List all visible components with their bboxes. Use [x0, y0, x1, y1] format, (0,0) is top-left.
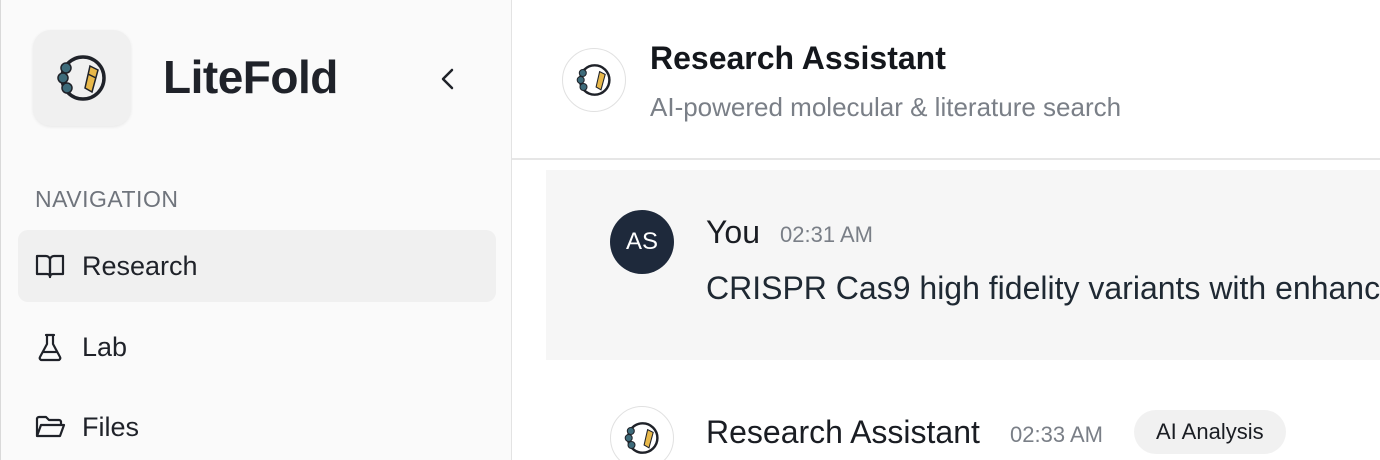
user-avatar: AS	[610, 210, 674, 274]
chevron-left-icon	[441, 68, 454, 90]
page-subtitle: AI-powered molecular & literature search	[650, 92, 1122, 122]
message-timestamp: 02:31 AM	[780, 222, 873, 247]
sidebar-item-label: Research	[82, 250, 198, 281]
page-title: Research Assistant	[650, 40, 946, 76]
sidebar-item-label: Lab	[82, 331, 128, 362]
message-sender: Research Assistant	[706, 414, 980, 450]
flask-icon	[34, 331, 66, 363]
assistant-avatar	[610, 406, 674, 460]
book-icon	[34, 250, 66, 282]
brand-name: LiteFold	[163, 51, 338, 103]
assistant-avatar	[562, 48, 626, 112]
app-window: LiteFold NAVIGATION Research Lab Files R…	[0, 0, 1380, 460]
message-text: CRISPR Cas9 high fidelity variants with …	[706, 270, 1380, 306]
chat-header: Research Assistant AI-powered molecular …	[512, 0, 1380, 160]
sidebar-item-research[interactable]: Research	[18, 230, 496, 302]
assistant-message: Research Assistant 02:33 AM AI Analysis	[546, 380, 1380, 460]
folder-icon	[34, 411, 66, 443]
user-message: AS You 02:31 AM CRISPR Cas9 high fidelit…	[546, 170, 1380, 360]
litefold-logo	[33, 30, 131, 126]
collapse-sidebar-button[interactable]	[431, 60, 465, 98]
ai-analysis-badge: AI Analysis	[1134, 410, 1286, 454]
sidebar-item-files[interactable]: Files	[18, 391, 496, 460]
navigation-heading: NAVIGATION	[35, 186, 179, 212]
sidebar: LiteFold NAVIGATION Research Lab Files	[0, 0, 512, 460]
main-panel: Research Assistant AI-powered molecular …	[512, 0, 1380, 460]
sidebar-item-label: Files	[82, 411, 140, 442]
message-sender: You	[706, 214, 760, 250]
sidebar-item-lab[interactable]: Lab	[18, 311, 496, 383]
message-timestamp: 02:33 AM	[1010, 422, 1103, 447]
